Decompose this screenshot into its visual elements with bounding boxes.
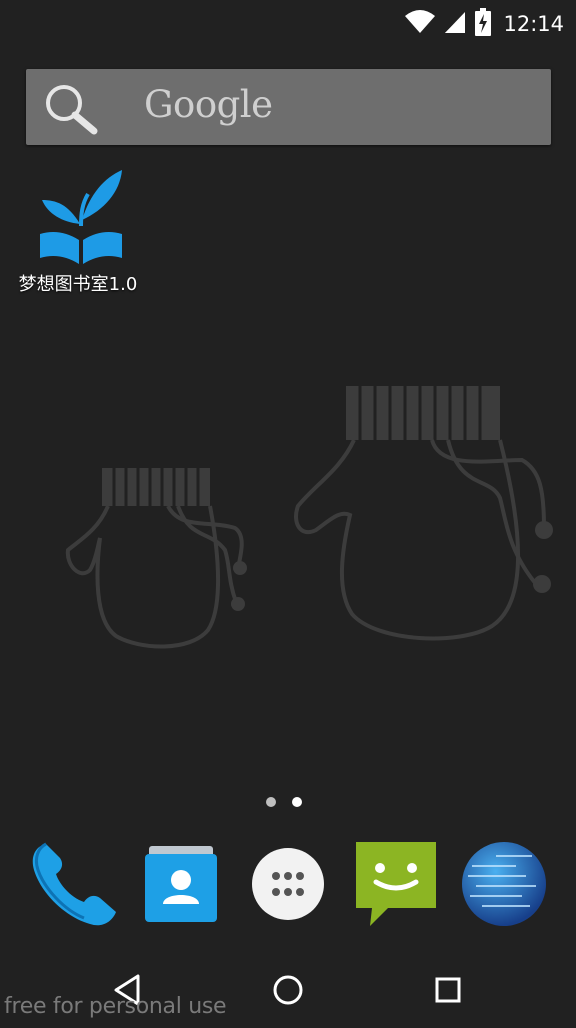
page-dot-1 <box>266 797 276 807</box>
phone-app[interactable] <box>24 836 120 932</box>
status-bar: 12:14 <box>0 0 576 48</box>
wifi-icon <box>405 10 436 38</box>
google-search-widget[interactable]: Google <box>26 69 551 145</box>
battery-charging-icon <box>475 8 492 40</box>
app-drawer-icon <box>240 848 336 936</box>
contacts-icon <box>133 846 229 936</box>
search-icon <box>42 83 102 135</box>
google-logo-text: Google <box>144 83 273 126</box>
dock <box>0 836 576 932</box>
recents-icon <box>426 977 470 1016</box>
app-drawer-button[interactable] <box>240 836 336 932</box>
sprout-book-icon <box>10 164 146 264</box>
small-mitten <box>65 468 247 649</box>
page-dot-2 <box>292 797 302 807</box>
home-button[interactable] <box>266 968 310 1012</box>
app-dream-library[interactable]: 梦想图书室1.0 <box>10 160 146 300</box>
browser-app[interactable] <box>456 836 552 932</box>
app-label: 梦想图书室1.0 <box>18 274 138 295</box>
home-icon <box>266 975 310 1016</box>
cell-signal-icon <box>443 10 467 38</box>
messaging-app[interactable] <box>348 836 444 932</box>
wallpaper-mittens <box>60 380 576 660</box>
messaging-icon <box>348 842 444 936</box>
contacts-app[interactable] <box>133 836 229 932</box>
phone-icon <box>24 842 120 936</box>
home-screen: 12:14 Google 梦想图书室1.0 free for personal … <box>0 0 576 1028</box>
recents-button[interactable] <box>426 968 470 1012</box>
globe-icon <box>456 842 552 936</box>
watermark-text: free for personal use <box>4 994 227 1019</box>
large-mitten <box>294 386 553 641</box>
clock: 12:14 <box>503 12 564 36</box>
page-indicator <box>266 797 302 807</box>
